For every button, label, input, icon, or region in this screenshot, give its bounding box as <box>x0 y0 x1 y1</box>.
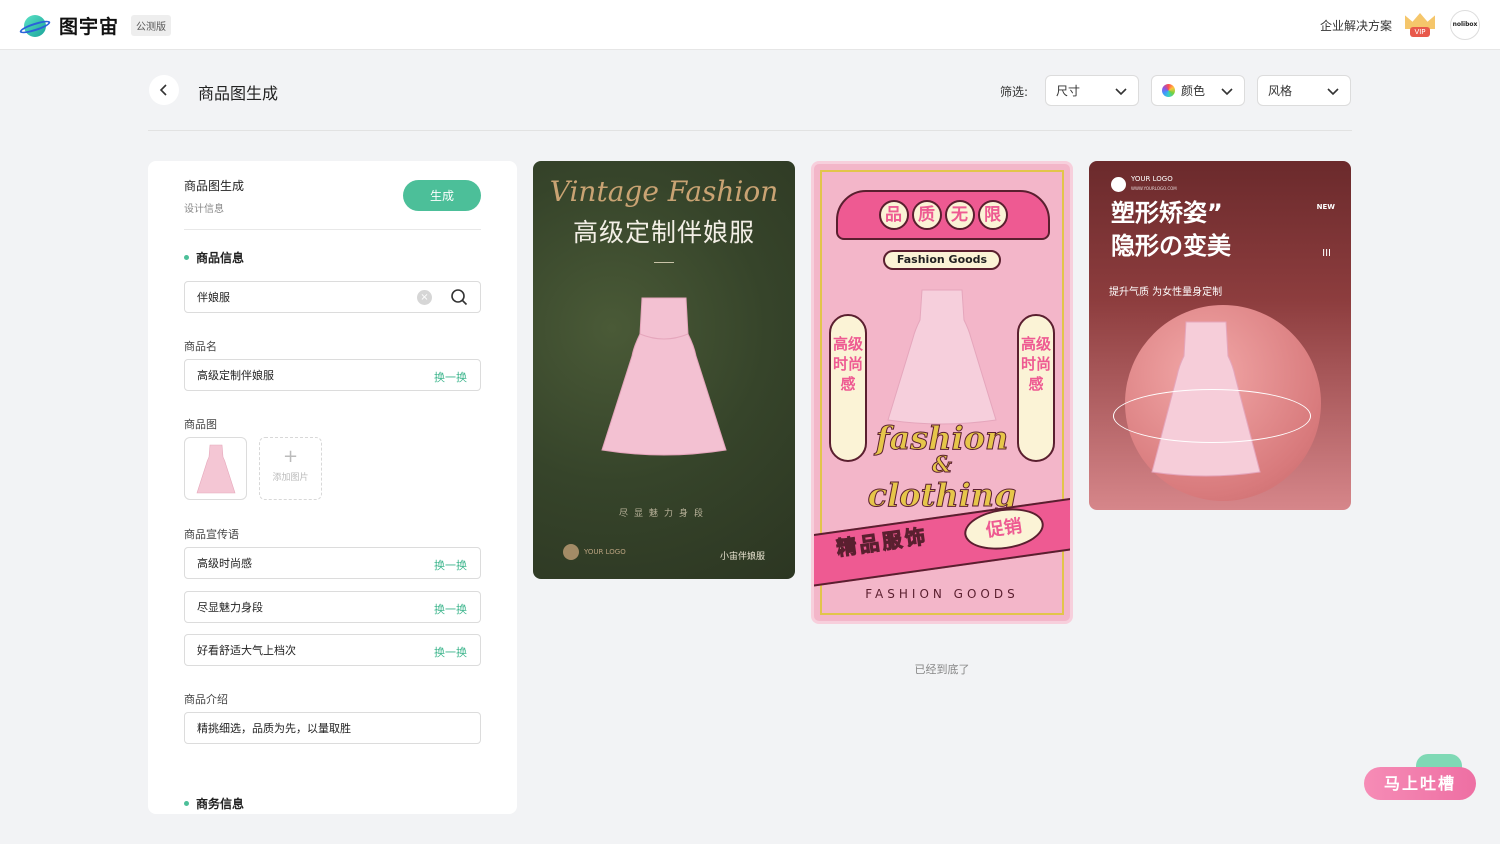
section-dot-icon <box>184 255 189 260</box>
banner-char: 品 <box>878 200 909 230</box>
enterprise-solutions-link[interactable]: 企业解决方案 <box>1320 17 1392 34</box>
slogan-value: 高级时尚感 <box>197 557 252 570</box>
result-card-maroon[interactable]: YOUR LOGO WWW.YOURLOGO.COM NEW III 塑形矫姿” … <box>1089 161 1351 510</box>
slogan-field[interactable]: 尽显魅力身段 换一换 <box>184 591 481 623</box>
result-card-pink-promo[interactable]: 品 质 无 限 Fashion Goods 高级时尚感 高级时尚感 fashio… <box>811 161 1073 624</box>
card-shop-name: 小宙伴娘服 <box>719 552 765 562</box>
color-wheel-icon <box>1162 84 1175 97</box>
clear-icon[interactable]: × <box>417 290 432 305</box>
banner-char: 质 <box>911 200 942 230</box>
style-filter-select[interactable]: 风格 <box>1257 75 1351 106</box>
card-logo: YOUR LOGO WWW.YOURLOGO.COM <box>1111 175 1177 193</box>
card-script-title: Vintage Fashion <box>549 175 779 208</box>
slogan-field[interactable]: 高级时尚感 换一换 <box>184 547 481 579</box>
banner-char: 限 <box>977 200 1008 230</box>
product-search-input[interactable]: 伴娘服 × <box>184 281 481 313</box>
card-subtitle: 提升气质 为女性量身定制 <box>1109 287 1223 298</box>
product-name-field[interactable]: 高级定制伴娘服 换一换 <box>184 359 481 391</box>
app-name: 图宇宙 <box>59 16 120 38</box>
chevron-down-icon <box>1221 88 1233 96</box>
intro-value: 精挑细选，品质为先，以量取胜 <box>197 722 351 735</box>
swap-slogan-button[interactable]: 换一换 <box>434 601 467 617</box>
intro-label: 商品介绍 <box>184 693 228 706</box>
page-title: 商品图生成 <box>198 84 279 103</box>
top-bar: 图宇宙 公测版 企业解决方案 VIP nolibox <box>0 0 1500 50</box>
quality-banner: 品 质 无 限 <box>836 190 1050 240</box>
swap-slogan-button[interactable]: 换一换 <box>434 644 467 660</box>
beta-badge: 公测版 <box>131 15 172 36</box>
card-title-line: 隐形の变美 <box>1111 232 1231 260</box>
size-filter-label: 尺寸 <box>1056 84 1081 98</box>
end-of-list-text: 已经到底了 <box>914 663 970 676</box>
dress-image <box>887 289 997 425</box>
product-image-thumbnail[interactable] <box>184 437 247 500</box>
planet-logo-icon <box>18 13 52 39</box>
avatar[interactable]: nolibox <box>1450 10 1480 40</box>
result-card-vintage[interactable]: Vintage Fashion 高级定制伴娘服 尽显魅力身段 YOUR LOGO… <box>533 161 795 579</box>
dress-image <box>601 297 727 456</box>
card-logo-text: YOUR LOGO <box>584 548 626 556</box>
card-slogan: 尽显魅力身段 <box>618 509 709 519</box>
orbit-ring <box>1113 389 1311 443</box>
panel-subtitle: 设计信息 <box>184 204 224 215</box>
back-button[interactable] <box>149 75 179 105</box>
card-title: 高级定制伴娘服 <box>572 218 755 247</box>
product-info-heading: 商品信息 <box>184 249 244 266</box>
card-rule <box>654 262 674 263</box>
card-logo: YOUR LOGO <box>563 544 626 560</box>
bars-mark: III <box>1322 248 1331 259</box>
plus-icon: + <box>282 446 299 467</box>
logo-mark-icon <box>1111 176 1126 192</box>
color-filter-select[interactable]: 颜色 <box>1151 75 1245 106</box>
product-name-value: 高级定制伴娘服 <box>197 369 274 382</box>
section-dot-icon <box>184 801 189 806</box>
style-filter-label: 风格 <box>1268 84 1293 98</box>
generate-button[interactable]: 生成 <box>403 180 481 211</box>
vip-crown-icon[interactable]: VIP <box>1405 13 1435 37</box>
ampersand-script-text: & <box>932 452 953 479</box>
panel-title: 商品图生成 <box>184 179 245 193</box>
product-info-label: 商品信息 <box>196 251 245 265</box>
design-info-panel: 商品图生成 设计信息 生成 商品信息 伴娘服 × 商品名 高级定制伴娘服 换一换… <box>148 161 517 814</box>
card-title: 塑形矫姿” 隐形の变美 <box>1111 197 1231 263</box>
fashion-goods-pill: Fashion Goods <box>883 250 1001 270</box>
business-info-label: 商务信息 <box>196 797 245 811</box>
card-logo-text: YOUR LOGO <box>1131 175 1173 183</box>
feedback-button[interactable]: 马上吐槽 <box>1364 767 1476 800</box>
size-filter-select[interactable]: 尺寸 <box>1045 75 1139 106</box>
header-divider <box>148 130 1352 131</box>
chevron-down-icon <box>1327 88 1339 96</box>
slogan-field[interactable]: 好看舒适大气上档次 换一换 <box>184 634 481 666</box>
chevron-left-icon <box>159 84 167 96</box>
card-title-line: 塑形矫姿” <box>1111 199 1223 227</box>
banner-char: 无 <box>944 200 975 230</box>
product-image-label: 商品图 <box>184 418 217 431</box>
app-logo[interactable]: 图宇宙 公测版 <box>18 12 172 39</box>
swap-slogan-button[interactable]: 换一换 <box>434 557 467 573</box>
slogan-label: 商品宣传语 <box>184 528 239 541</box>
business-info-heading: 商务信息 <box>184 795 244 812</box>
panel-divider <box>184 229 481 230</box>
logo-mark-icon <box>563 544 579 560</box>
product-intro-field[interactable]: 精挑细选，品质为先，以量取胜 <box>184 712 481 744</box>
filter-label: 筛选: <box>1000 85 1029 99</box>
slogan-value: 好看舒适大气上档次 <box>197 644 296 657</box>
search-value: 伴娘服 <box>197 291 230 304</box>
add-image-label: 添加图片 <box>272 473 309 483</box>
dress-image <box>196 444 235 493</box>
slogan-value: 尽显魅力身段 <box>197 601 263 614</box>
card-logo-url: WWW.YOURLOGO.COM <box>1131 186 1177 191</box>
vip-label: VIP <box>1410 27 1430 37</box>
chevron-down-icon <box>1115 88 1127 96</box>
product-name-label: 商品名 <box>184 340 217 353</box>
new-badge: NEW <box>1316 203 1335 211</box>
color-filter-label: 颜色 <box>1181 84 1206 98</box>
card-footer-text: FASHION GOODS <box>865 587 1019 601</box>
add-image-button[interactable]: + 添加图片 <box>259 437 322 500</box>
search-icon[interactable] <box>450 288 468 306</box>
swap-name-button[interactable]: 换一换 <box>434 369 467 385</box>
